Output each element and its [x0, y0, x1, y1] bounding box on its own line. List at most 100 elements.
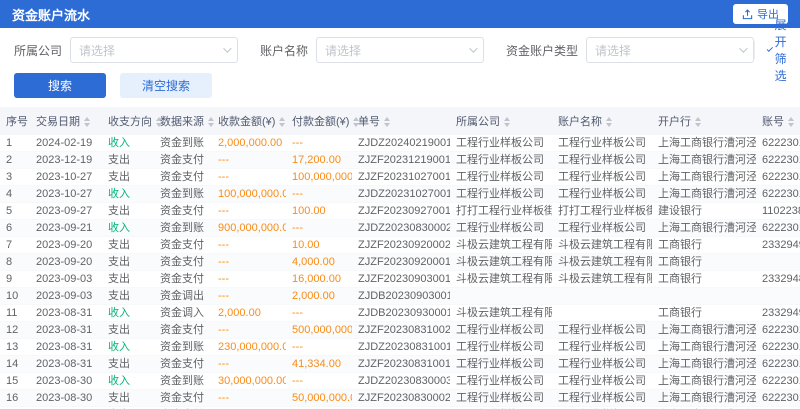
- cell-bank: 建设银行: [652, 203, 756, 220]
- cell-date: 2023-09-03: [30, 271, 102, 288]
- column-header[interactable]: 账户名称: [552, 107, 652, 135]
- table-row: 92023-09-03支出资金支付---16,000.00ZJZF2023090…: [0, 271, 800, 288]
- cell-direction: 支出: [102, 203, 154, 220]
- cell-account: 工程行业样板公司: [552, 186, 652, 203]
- table-body: 12024-02-19收入资金到账2,000,000.00---ZJDZ2024…: [0, 135, 800, 409]
- cell-source: 资金到账: [154, 186, 212, 203]
- cell-account: 工程行业样板公司: [552, 152, 652, 169]
- account-type-select[interactable]: 请选择: [586, 37, 754, 63]
- sort-icon[interactable]: [504, 117, 510, 127]
- table-row: 152023-08-30收入资金到账30,000,000.00---ZJDZ20…: [0, 373, 800, 390]
- chevron-down-icon: [223, 44, 231, 52]
- sort-icon[interactable]: [695, 117, 701, 127]
- table-row: 22023-12-19支出资金支付---17,200.00ZJZF2023121…: [0, 152, 800, 169]
- column-header-label: 数据来源: [160, 116, 204, 128]
- cell-number: 62223011: [756, 152, 800, 169]
- sort-icon[interactable]: [208, 117, 214, 127]
- cell-order: ZJZF20230831001: [352, 356, 450, 373]
- column-header-label: 账户名称: [558, 116, 602, 128]
- cell-number: 23329499: [756, 237, 800, 254]
- cell-receive: ---: [212, 254, 286, 271]
- cell-company: 斗极云建筑工程有限公司: [450, 305, 552, 322]
- cell-direction: 收入: [102, 220, 154, 237]
- cell-date: 2023-09-21: [30, 220, 102, 237]
- sort-icon[interactable]: [84, 117, 90, 127]
- table-header-row: 序号交易日期收支方向数据来源 收款金额(¥) 付款金额(¥)单号所属公司账户名称 开户…: [0, 107, 800, 135]
- cell-date: 2023-09-03: [30, 288, 102, 305]
- cell-receive: 30,000,000.00: [212, 373, 286, 390]
- cell-order: ZJZF20231027001: [352, 169, 450, 186]
- cell-no: 16: [0, 390, 30, 407]
- column-header[interactable]: 单号: [352, 107, 450, 135]
- column-header[interactable]: 收款金额(¥): [212, 107, 286, 135]
- cell-number: 62223011: [756, 186, 800, 203]
- chevron-down-icon: [739, 44, 747, 52]
- cell-account: 工程行业样板公司: [552, 169, 652, 186]
- clear-search-button[interactable]: 清空搜索: [120, 73, 212, 98]
- cell-company: 斗极云建筑工程有限公司: [450, 271, 552, 288]
- cell-direction: 收入: [102, 373, 154, 390]
- cell-pay: 16,000.00: [286, 271, 352, 288]
- column-header[interactable]: 开户行: [652, 107, 756, 135]
- filter-panel: 所属公司 请选择 账户名称 请选择 资金账户类型 请选择 展开筛选 搜索: [0, 28, 800, 98]
- cell-number: [756, 254, 800, 271]
- cell-direction: 支出: [102, 237, 154, 254]
- cell-account: 工程行业样板公司: [552, 220, 652, 237]
- cell-direction: 收入: [102, 186, 154, 203]
- cell-source: 资金到账: [154, 135, 212, 152]
- cell-no: 2: [0, 152, 30, 169]
- sort-icon[interactable]: [788, 117, 794, 127]
- column-header-label: 收款金额(¥): [218, 116, 275, 128]
- column-header[interactable]: 交易日期: [30, 107, 102, 135]
- sort-icon[interactable]: [606, 117, 612, 127]
- search-button[interactable]: 搜索: [14, 73, 106, 98]
- cell-date: 2023-10-27: [30, 169, 102, 186]
- cell-date: 2023-09-20: [30, 254, 102, 271]
- cell-number: 23329489: [756, 271, 800, 288]
- account-select[interactable]: 请选择: [316, 37, 484, 63]
- cell-account: 工程行业样板公司: [552, 339, 652, 356]
- cell-source: 资金调入: [154, 305, 212, 322]
- cell-source: 资金支付: [154, 237, 212, 254]
- transactions-table: 序号交易日期收支方向数据来源 收款金额(¥) 付款金额(¥)单号所属公司账户名称 开户…: [0, 107, 800, 409]
- cell-account: 工程行业样板公司: [552, 390, 652, 407]
- cell-order: ZJZF20230903001: [352, 271, 450, 288]
- column-header: 序号: [0, 107, 30, 135]
- cell-direction: 支出: [102, 356, 154, 373]
- column-header[interactable]: 账号: [756, 107, 800, 135]
- table-row: 82023-09-20支出资金支付---4,000.00ZJZF20230920…: [0, 254, 800, 271]
- cell-direction: 支出: [102, 390, 154, 407]
- cell-receive: 230,000,000.00: [212, 339, 286, 356]
- cell-number: 11022382: [756, 203, 800, 220]
- cell-receive: ---: [212, 169, 286, 186]
- cell-direction: 支出: [102, 271, 154, 288]
- column-header[interactable]: 所属公司: [450, 107, 552, 135]
- column-header[interactable]: 收支方向: [102, 107, 154, 135]
- cell-receive: 900,000,000.00: [212, 220, 286, 237]
- table-row: 12024-02-19收入资金到账2,000,000.00---ZJDZ2024…: [0, 135, 800, 152]
- export-icon: [742, 9, 753, 20]
- sort-icon[interactable]: [384, 117, 390, 127]
- column-header[interactable]: 数据来源: [154, 107, 212, 135]
- cell-account: 斗极云建筑工程有限公司: [552, 237, 652, 254]
- chevron-down-icon: [469, 44, 477, 52]
- cell-company: 打打工程行业样板街: [450, 203, 552, 220]
- cell-pay: 4,000.00: [286, 254, 352, 271]
- cell-order: ZJDZ20231027001: [352, 186, 450, 203]
- cell-number: 62223011: [756, 339, 800, 356]
- cell-date: 2023-08-31: [30, 305, 102, 322]
- company-select-placeholder: 请选择: [79, 42, 115, 59]
- cell-account: 斗极云建筑工程有限公司: [552, 271, 652, 288]
- column-header-label: 序号: [6, 116, 28, 128]
- cell-source: 资金调出: [154, 288, 212, 305]
- cell-account: [552, 305, 652, 322]
- company-select[interactable]: 请选择: [70, 37, 238, 63]
- account-type-filter-label: 资金账户类型: [506, 42, 578, 59]
- column-header[interactable]: 付款金额(¥): [286, 107, 352, 135]
- cell-direction: 支出: [102, 254, 154, 271]
- cell-pay: ---: [286, 135, 352, 152]
- cell-source: 资金支付: [154, 356, 212, 373]
- expand-filters-link[interactable]: 展开筛选: [754, 41, 790, 59]
- cell-company: 工程行业样板公司: [450, 356, 552, 373]
- sort-icon[interactable]: [279, 117, 285, 127]
